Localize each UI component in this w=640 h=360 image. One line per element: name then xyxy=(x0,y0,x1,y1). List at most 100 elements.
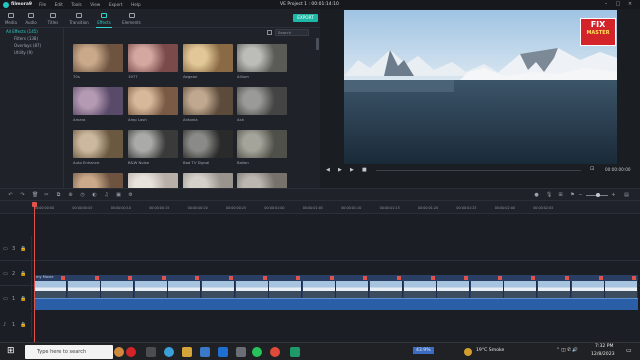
notifications-icon[interactable]: ▭ xyxy=(626,347,632,354)
effect-card[interactable] xyxy=(128,173,178,188)
play-icon[interactable]: ▶ xyxy=(350,167,354,173)
menu-file[interactable]: File xyxy=(39,2,46,7)
effect-card[interactable]: Amaro xyxy=(73,87,123,122)
tab-elements[interactable]: Elements xyxy=(119,9,144,28)
task-view-icon[interactable] xyxy=(146,347,156,357)
effect-thumbnail xyxy=(73,173,123,188)
search-input[interactable] xyxy=(275,29,309,36)
effect-marker-icon xyxy=(195,276,200,280)
minimize-icon[interactable]: – xyxy=(600,1,612,7)
effect-card[interactable]: Ballan xyxy=(237,130,287,165)
record-app-icon[interactable] xyxy=(126,347,136,357)
record-icon[interactable]: ● xyxy=(534,193,539,198)
tab-transition[interactable]: Transition xyxy=(66,9,92,28)
menu-export[interactable]: Export xyxy=(109,2,123,7)
effect-card[interactable]: B&W Noise xyxy=(128,130,178,165)
battery-badge[interactable]: 43.9% xyxy=(413,347,434,354)
voiceover-icon[interactable]: 🎙 xyxy=(546,193,552,198)
windows-start-icon[interactable]: ⊞ xyxy=(7,347,15,356)
window-controls: – □ × xyxy=(600,1,636,7)
timeline-ruler[interactable]: 00:00:00:00 00:00:00:05 00:00:00:10 00:00:0… xyxy=(0,201,640,214)
tab-effects[interactable]: Effects xyxy=(93,9,115,28)
effect-card[interactable]: Aegean xyxy=(183,44,233,79)
color-icon[interactable]: ◐ xyxy=(92,193,97,198)
system-tray-icons[interactable]: ⌃ ◫ ✆ 🔊 xyxy=(556,348,578,353)
lock-icon[interactable]: 🔒 xyxy=(20,271,26,277)
menu-view[interactable]: View xyxy=(90,2,100,7)
taskbar-search[interactable]: Type here to search xyxy=(25,345,113,359)
timeline-settings-icon[interactable]: ▤ xyxy=(624,193,629,198)
cut-icon[interactable]: ✂ xyxy=(44,193,49,198)
file-explorer-icon[interactable] xyxy=(182,347,192,357)
category-all-effects[interactable]: All Effects (145) xyxy=(0,28,63,35)
preview-progress-track[interactable] xyxy=(376,170,581,171)
store-icon[interactable] xyxy=(200,347,210,357)
menu-tools[interactable]: Tools xyxy=(71,2,81,7)
lock-icon[interactable]: 🔒 xyxy=(20,296,26,302)
close-icon[interactable]: × xyxy=(624,1,636,7)
whatsapp-icon[interactable] xyxy=(252,347,262,357)
effect-card[interactable]: Amp Lash xyxy=(128,87,178,122)
effect-card[interactable]: Antonia xyxy=(183,87,233,122)
lock-icon[interactable]: 🔒 xyxy=(20,322,26,328)
clock-date[interactable]: 12/8/2023 xyxy=(591,352,615,357)
redo-icon[interactable]: ↷ xyxy=(20,193,25,198)
effect-card[interactable] xyxy=(183,173,233,188)
playhead[interactable] xyxy=(32,202,37,342)
menu-edit[interactable]: Edit xyxy=(55,2,63,7)
effect-card[interactable]: Auto Enhance xyxy=(73,130,123,165)
audio-mixer-icon[interactable]: ♫ xyxy=(104,193,109,198)
zoom-out-icon[interactable]: − xyxy=(578,193,583,198)
grid-view-icon[interactable] xyxy=(267,30,272,35)
effects-scrollbar[interactable] xyxy=(316,38,319,50)
video-clip[interactable]: my Movie xyxy=(34,275,638,299)
effect-card[interactable] xyxy=(237,173,287,188)
zoom-slider-handle[interactable] xyxy=(596,193,600,197)
elements-icon xyxy=(128,13,135,18)
filmora-taskbar-icon[interactable] xyxy=(290,347,300,357)
lock-icon[interactable]: 🔒 xyxy=(20,246,26,252)
play-back-icon[interactable]: ▶ xyxy=(338,167,342,173)
zoom-icon[interactable]: ⊕ xyxy=(68,193,73,198)
undo-icon[interactable]: ↶ xyxy=(8,193,13,198)
chrome-icon[interactable] xyxy=(270,347,280,357)
maximize-icon[interactable]: □ xyxy=(612,1,624,7)
settings-icon[interactable]: ⚙ xyxy=(128,193,133,198)
snapshot-icon[interactable]: ⊡ xyxy=(590,166,594,172)
effect-card[interactable]: Ash xyxy=(237,87,287,122)
gingerbread-icon[interactable] xyxy=(114,347,124,357)
clip-frame-thumbnail xyxy=(370,281,403,299)
category-filters[interactable]: Filters (138) xyxy=(0,35,63,42)
crop-icon[interactable]: ⧉ xyxy=(56,193,61,198)
tab-media[interactable]: Media xyxy=(0,9,22,28)
mail-icon[interactable] xyxy=(218,347,228,357)
stop-icon[interactable]: ■ xyxy=(362,167,367,173)
clock-time[interactable]: 7:32 PM xyxy=(595,344,614,349)
effect-card[interactable]: 70s xyxy=(73,44,123,79)
effect-card[interactable] xyxy=(73,173,123,188)
export-button[interactable]: EXPORT xyxy=(293,14,318,22)
effect-card[interactable]: Bad TV Signal xyxy=(183,130,233,165)
category-utility[interactable]: Utility (9) xyxy=(0,49,63,56)
effect-thumbnail xyxy=(237,173,287,188)
tab-titles[interactable]: Titles xyxy=(42,9,64,28)
speed-icon[interactable]: ◷ xyxy=(80,193,85,198)
previous-frame-icon[interactable]: ◀ xyxy=(326,167,330,173)
delete-icon[interactable]: 🗑 xyxy=(32,193,38,198)
tab-audio[interactable]: Audio xyxy=(20,9,42,28)
menu-help[interactable]: Help xyxy=(131,2,141,7)
zoom-in-icon[interactable]: + xyxy=(611,193,616,198)
weather-text[interactable]: 19°C Smoke xyxy=(476,348,504,353)
edge-icon[interactable] xyxy=(164,347,174,357)
audio-track-icon: ♪ xyxy=(3,322,7,328)
effect-card[interactable]: 1977 xyxy=(128,44,178,79)
category-overlays[interactable]: Overlays (87) xyxy=(0,42,63,49)
app-icon[interactable] xyxy=(236,347,246,357)
snap-icon[interactable]: ⊞ xyxy=(558,193,563,198)
audio-clip[interactable] xyxy=(34,298,638,310)
marker-icon[interactable]: ⚑ xyxy=(570,193,575,198)
green-screen-icon[interactable]: ▣ xyxy=(116,193,121,198)
effect-card[interactable]: Allium xyxy=(237,44,287,79)
track-header-3: ▭ 3 🔒 xyxy=(0,236,32,261)
effect-thumbnail xyxy=(128,87,178,115)
